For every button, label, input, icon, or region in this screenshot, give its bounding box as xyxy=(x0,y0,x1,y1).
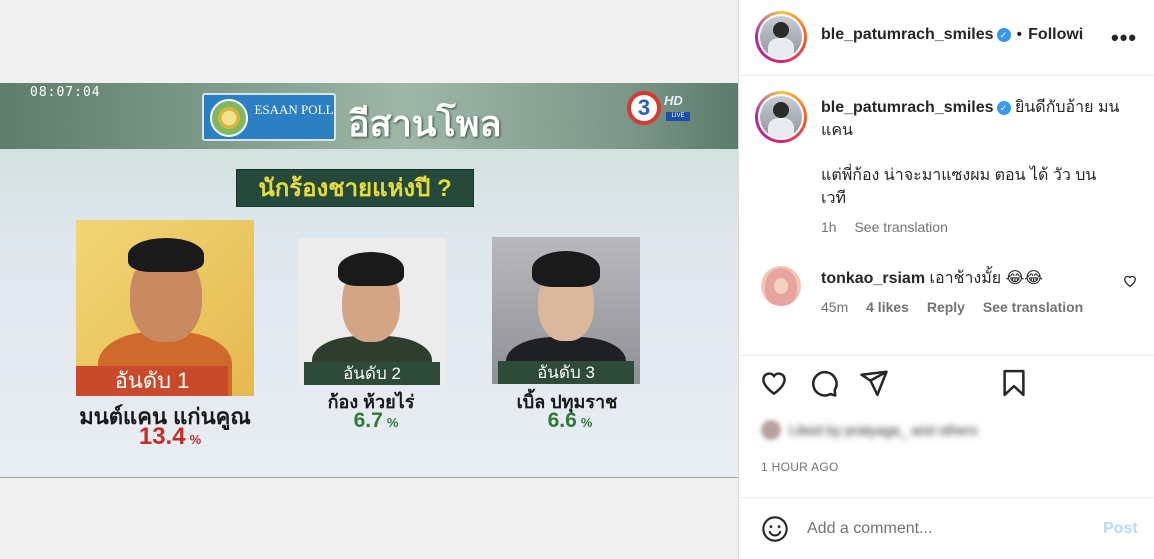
post-image[interactable]: 08:07:04 ESAAN POLL อีสานโพล 3 HD LIVE น… xyxy=(0,83,738,478)
comment-icon[interactable] xyxy=(809,368,839,398)
post-header: ble_patumrach_smiles ✓ • Followi ••• xyxy=(739,0,1154,76)
post-actions xyxy=(739,355,1154,411)
candidate-3-percent: 6.6% xyxy=(500,409,640,433)
caption-username[interactable]: ble_patumrach_smiles xyxy=(821,99,994,116)
add-comment-bar: Post xyxy=(739,497,1154,559)
candidate-2-hair xyxy=(338,252,404,286)
poll-title: อีสานโพล xyxy=(348,103,502,144)
poll-emblem-icon xyxy=(210,99,248,137)
candidate-1-percent-value: 13.4 xyxy=(138,423,186,450)
candidate-1-percent-sign: % xyxy=(189,432,202,447)
header-separator: • xyxy=(1016,26,1023,43)
comment-meta: 45m 4 likes Reply See translation xyxy=(821,299,1097,315)
esaan-poll-logo: ESAAN POLL xyxy=(202,93,336,141)
post-side-panel: ble_patumrach_smiles ✓ • Followi ••• ble_pa… xyxy=(738,0,1154,559)
candidate-3-photo: อันดับ 3 xyxy=(492,237,640,384)
comment: tonkao_rsiam เอาช้างมั้ย 😂😂 xyxy=(821,266,1121,291)
caption-author-avatar[interactable] xyxy=(755,91,807,143)
tv-topbar: 08:07:04 ESAAN POLL อีสานโพล 3 HD LIVE xyxy=(0,83,738,149)
bookmark-icon[interactable] xyxy=(999,368,1029,398)
caption-first-line: ble_patumrach_smiles ✓ ยินดีกับอ้าย มนแคน xyxy=(821,96,1121,142)
candidate-3-percent-value: 6.6 xyxy=(547,409,577,432)
commenter-username[interactable]: tonkao_rsiam xyxy=(821,270,925,287)
tv-timestamp: 08:07:04 xyxy=(30,85,101,100)
commenter-avatar[interactable] xyxy=(761,266,801,306)
more-options-icon[interactable]: ••• xyxy=(1111,25,1137,51)
candidate-1-photo: อันดับ 1 xyxy=(76,220,254,396)
candidate-1-rank: อันดับ 1 xyxy=(76,366,228,396)
comment-input[interactable] xyxy=(807,517,1087,541)
channel-live-badge: LIVE xyxy=(666,112,690,121)
comment-likes[interactable]: 4 likes xyxy=(866,299,909,315)
candidate-2-rank: อันดับ 2 xyxy=(304,362,440,385)
caption-verified-badge-icon: ✓ xyxy=(996,101,1011,115)
post-media-area: 08:07:04 ESAAN POLL อีสานโพล 3 HD LIVE น… xyxy=(0,0,738,559)
candidate-3-rank: อันดับ 3 xyxy=(498,361,634,384)
comment-text: เอาช้างมั้ย 😂😂 xyxy=(929,270,1043,287)
author-avatar-photo xyxy=(760,16,802,58)
author-avatar[interactable] xyxy=(755,11,807,63)
candidate-2-percent-value: 6.7 xyxy=(353,409,383,432)
author-username[interactable]: ble_patumrach_smiles xyxy=(821,26,994,43)
header-line: ble_patumrach_smiles ✓ • Followi xyxy=(821,26,1121,44)
verified-badge-icon: ✓ xyxy=(996,28,1011,42)
candidate-1-percent: 13.4% xyxy=(100,423,240,451)
candidate-3-hair xyxy=(532,251,600,287)
caption-text-line2: แต่พี่ก้อง น่าจะมาแซงผม ตอน ได้ วัว บน เ… xyxy=(821,167,1097,207)
channel-hd-label: HD xyxy=(664,93,683,108)
like-heart-icon[interactable] xyxy=(759,368,789,398)
caption-see-translation[interactable]: See translation xyxy=(854,219,947,235)
comment-time[interactable]: 45m xyxy=(821,299,848,315)
candidate-2-percent-sign: % xyxy=(386,415,399,430)
comment-see-translation[interactable]: See translation xyxy=(983,299,1083,315)
emoji-icon[interactable] xyxy=(761,515,789,543)
comment-like-heart-icon[interactable] xyxy=(1123,274,1137,291)
candidate-3-percent-sign: % xyxy=(580,415,593,430)
likes-summary[interactable]: Liked by pratyaga_ and others xyxy=(761,420,977,446)
candidate-1-hair xyxy=(128,238,204,272)
comment-reply-button[interactable]: Reply xyxy=(927,299,965,315)
share-icon[interactable] xyxy=(859,368,889,398)
follow-button[interactable]: Followi xyxy=(1028,26,1083,43)
caption-author-avatar-photo xyxy=(760,96,802,138)
caption-meta: 1h See translation xyxy=(821,216,1121,239)
liker-avatar xyxy=(761,420,781,440)
candidate-2-percent: 6.7% xyxy=(306,409,446,433)
post-timestamp[interactable]: 1 HOUR AGO xyxy=(761,460,839,474)
caption-time[interactable]: 1h xyxy=(821,219,837,235)
likes-summary-text: Liked by pratyaga_ and others xyxy=(789,422,978,438)
channel-3-logo: 3 xyxy=(627,91,661,125)
post-comment-button[interactable]: Post xyxy=(1103,520,1138,538)
caption: ble_patumrach_smiles ✓ ยินดีกับอ้าย มนแคน… xyxy=(821,96,1121,239)
candidate-2-photo: อันดับ 2 xyxy=(298,238,446,385)
poll-question: นักร้องชายแห่งปี ? xyxy=(236,169,474,207)
poll-logo-text: ESAAN POLL xyxy=(254,102,334,117)
